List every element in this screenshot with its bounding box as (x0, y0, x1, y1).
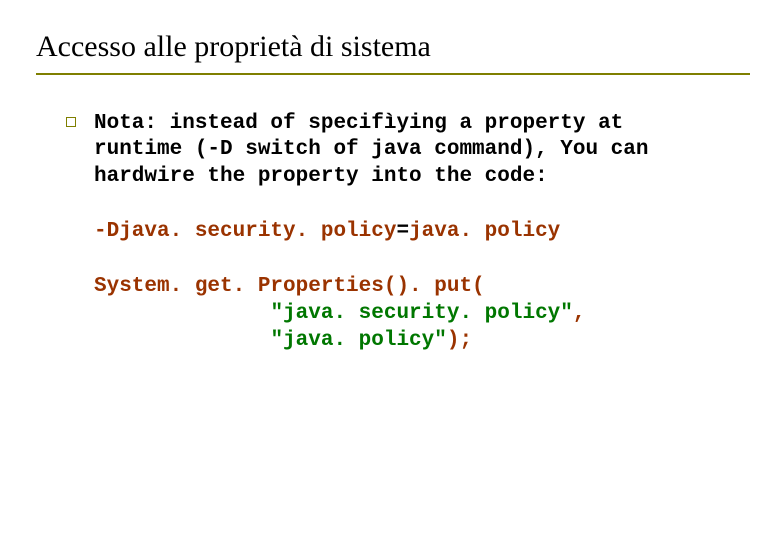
equals-sign: = (396, 220, 409, 243)
code-block: System. get. Properties(). put( "java. s… (94, 274, 649, 355)
cmd-prefix: -Djava. security. policy (94, 220, 396, 243)
code-line-3-string: "java. policy" (270, 329, 446, 352)
code-line-2-indent (94, 302, 270, 325)
code-line-3-tail: ); (447, 329, 472, 352)
bullet-square-icon (66, 117, 76, 127)
code-line-2-tail: , (573, 302, 586, 325)
title-block: Accesso alle proprietà di sistema (36, 30, 750, 75)
bullet-item: Nota: instead of specifìying a property … (66, 111, 750, 355)
code-line-2-string: "java. security. policy" (270, 302, 572, 325)
note-text: Nota: instead of specifìying a property … (94, 111, 649, 192)
cmd-value: java. policy (409, 220, 560, 243)
code-line-3-indent (94, 329, 270, 352)
command-line: -Djava. security. policy=java. policy (94, 219, 649, 246)
slide: Accesso alle proprietà di sistema Nota: … (0, 0, 780, 540)
code-line-1: System. get. Properties(). put( (94, 275, 485, 298)
slide-title: Accesso alle proprietà di sistema (36, 30, 750, 65)
bullet-content: Nota: instead of specifìying a property … (94, 111, 649, 355)
body: Nota: instead of specifìying a property … (36, 111, 750, 355)
